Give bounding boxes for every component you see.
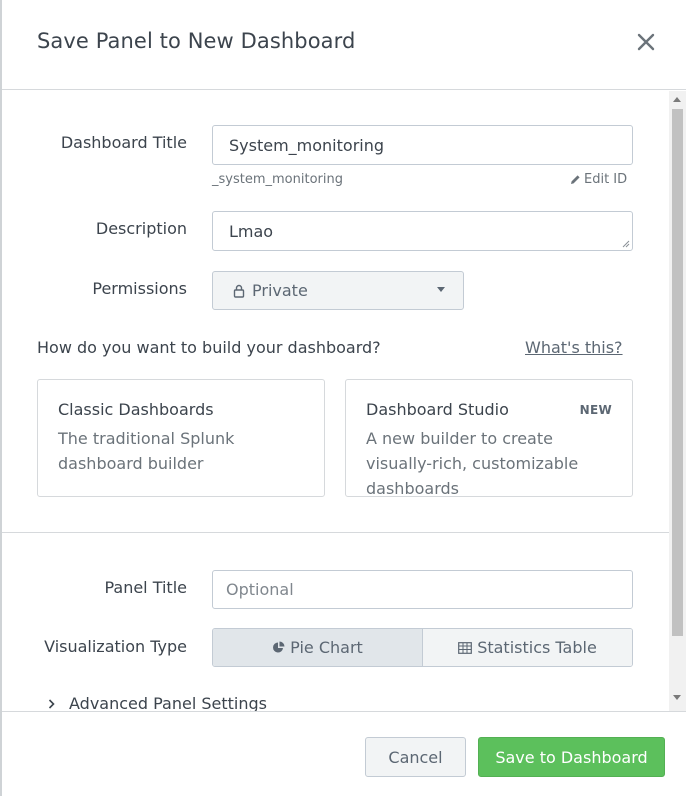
save-panel-modal: Save Panel to New Dashboard Dashboard Ti…	[2, 0, 686, 796]
classic-dashboards-option[interactable]: Classic Dashboards The traditional Splun…	[37, 379, 325, 497]
dashboard-title-label: Dashboard Title	[60, 133, 187, 152]
pie-chart-label: Pie Chart	[290, 638, 363, 657]
option-title: Classic Dashboards	[58, 400, 214, 419]
pie-chart-option[interactable]: Pie Chart	[213, 629, 423, 666]
scroll-down-arrow-icon[interactable]	[673, 695, 681, 700]
vertical-scrollbar[interactable]	[669, 91, 686, 711]
resize-handle-icon[interactable]	[621, 239, 630, 248]
pie-chart-icon	[272, 641, 285, 654]
panel-title-placeholder: Optional	[226, 580, 294, 599]
panel-title-label: Panel Title	[104, 578, 187, 597]
description-textarea[interactable]: Lmao	[212, 211, 633, 251]
panel-title-input[interactable]: Optional	[212, 570, 633, 609]
scroll-up-arrow-icon[interactable]	[673, 97, 681, 102]
build-question: How do you want to build your dashboard?	[37, 338, 381, 357]
edit-id-link[interactable]: Edit ID	[570, 172, 627, 187]
close-icon[interactable]	[634, 30, 658, 54]
dashboard-studio-option[interactable]: Dashboard Studio NEW A new builder to cr…	[345, 379, 633, 498]
statistics-table-option[interactable]: Statistics Table	[423, 629, 632, 666]
dashboard-id: _system_monitoring	[212, 172, 343, 187]
option-title: Dashboard Studio	[366, 400, 509, 419]
whats-this-link[interactable]: What's this?	[525, 338, 623, 357]
permissions-label: Permissions	[92, 279, 187, 298]
description-label: Description	[95, 219, 187, 238]
edit-id-label: Edit ID	[584, 172, 628, 187]
scrollbar-thumb[interactable]	[672, 109, 683, 636]
option-description: A new builder to create visually-rich, c…	[366, 429, 579, 498]
permissions-value: Private	[252, 281, 308, 300]
visualization-type-toggle: Pie Chart Statistics Table	[212, 628, 633, 667]
modal-body: Dashboard Title System_monitoring _syste…	[2, 91, 686, 711]
advanced-panel-settings-label: Advanced Panel Settings	[69, 694, 267, 711]
modal-header: Save Panel to New Dashboard	[2, 0, 686, 90]
caret-down-icon	[437, 287, 445, 292]
pencil-icon	[570, 174, 581, 185]
advanced-panel-settings-toggle[interactable]: Advanced Panel Settings	[48, 694, 267, 711]
lock-icon	[233, 284, 245, 298]
permissions-select[interactable]: Private	[212, 271, 464, 310]
section-divider	[2, 532, 670, 533]
table-icon	[458, 641, 473, 654]
dashboard-title-value: System_monitoring	[229, 135, 385, 155]
dashboard-title-input[interactable]: System_monitoring	[212, 125, 633, 165]
description-value: Lmao	[229, 221, 274, 241]
modal-footer: Cancel Save to Dashboard	[2, 711, 686, 796]
option-description: The traditional Splunk dashboard builder	[58, 429, 235, 473]
chevron-right-icon	[48, 698, 55, 709]
new-badge: NEW	[579, 403, 612, 417]
cancel-button[interactable]: Cancel	[365, 737, 466, 777]
statistics-table-label: Statistics Table	[477, 638, 597, 657]
visualization-type-label: Visualization Type	[44, 637, 187, 656]
modal-title: Save Panel to New Dashboard	[37, 29, 356, 53]
save-to-dashboard-button[interactable]: Save to Dashboard	[478, 737, 665, 777]
